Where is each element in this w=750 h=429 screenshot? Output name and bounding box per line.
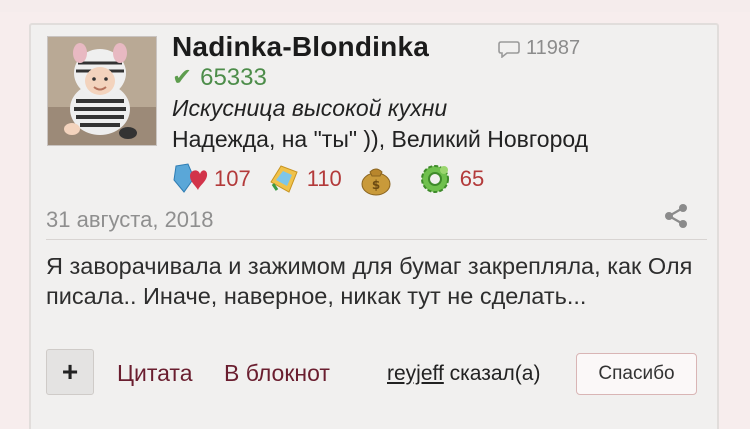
notebook-badge-icon	[270, 165, 298, 193]
badge-moneybag[interactable]: $	[358, 162, 400, 196]
heart-crystal-icon	[173, 163, 208, 193]
badge-notebook-value: 110	[306, 166, 342, 191]
badge-hearts-value: 107	[214, 166, 251, 191]
user-location: Надежда, на "ты" )), Великий Новгород	[172, 126, 589, 152]
notebook-link[interactable]: В блокнот	[224, 360, 330, 387]
divider	[46, 239, 707, 240]
speech-bubble-icon	[498, 40, 520, 58]
badges-row: 107 110 $ 65	[172, 162, 500, 196]
plus-button[interactable]: +	[46, 349, 94, 395]
message-count[interactable]: 11987	[498, 37, 580, 60]
rating-value: 65333	[200, 63, 267, 91]
post-body-text: Я заворачивала и зажимом для бумаг закре…	[46, 253, 693, 309]
username[interactable]: Nadinka-Blondinka	[172, 31, 429, 63]
checkmark-icon: ✔	[172, 64, 193, 91]
user-status: Искусница высокой кухни	[172, 95, 448, 121]
thanked-user-link[interactable]: reyjeff	[387, 362, 444, 385]
badge-gear[interactable]: 65	[416, 162, 484, 196]
thanked-by: reyjeff сказал(а)	[387, 362, 540, 386]
quote-link[interactable]: Цитата	[117, 360, 193, 387]
user-rating: ✔ 65333	[172, 63, 267, 92]
share-icon[interactable]	[663, 203, 689, 229]
forum-post-card: Nadinka-Blondinka 11987 ✔ 65333 Искусниц…	[29, 23, 719, 429]
badge-notebook[interactable]: 110	[267, 162, 342, 196]
message-count-value: 11987	[526, 37, 581, 59]
avatar-image	[48, 37, 156, 145]
money-bag-icon: $	[361, 168, 391, 196]
avatar[interactable]	[47, 36, 157, 146]
gear-cog-icon	[420, 165, 449, 193]
badge-gear-value: 65	[459, 166, 485, 191]
thanks-button[interactable]: Спасибо	[576, 353, 697, 395]
said-suffix: сказал(а)	[443, 362, 541, 385]
badge-hearts[interactable]: 107	[172, 162, 251, 196]
page: Nadinka-Blondinka 11987 ✔ 65333 Искусниц…	[0, 0, 750, 429]
top-strip	[0, 0, 750, 12]
post-date: 31 августа, 2018	[46, 207, 214, 232]
svg-text:$: $	[372, 178, 380, 192]
